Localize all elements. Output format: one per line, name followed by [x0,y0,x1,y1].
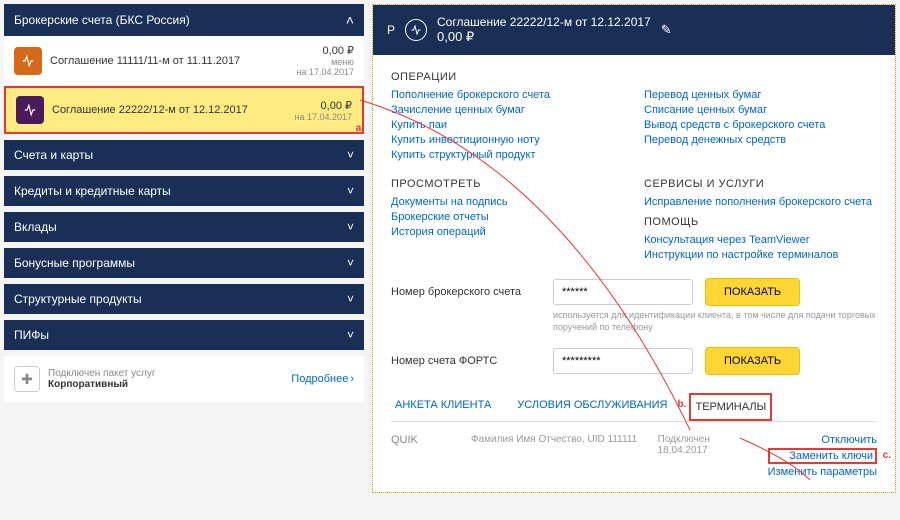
op-link[interactable]: Купить инвестиционную ноту [391,134,624,146]
agreement-amount: 0,00 ₽ [294,99,352,112]
broker-acc-input[interactable] [553,279,693,305]
detail-panel: Р Соглашение 22222/12-м от 12.12.2017 0,… [372,4,896,493]
agreement-row-selected[interactable]: Соглашение 22222/12-м от 12.12.2017 0,00… [4,86,364,134]
quik-user: Фамилия Имя Отчество, UID 111111 [471,434,638,445]
detail-title: Соглашение 22222/12-м от 12.12.2017 [437,15,651,29]
agreements-list: Соглашение 11111/11-м от 11.11.2017 0,00… [4,36,364,134]
agreement-icon [14,47,42,75]
show-button[interactable]: ПОКАЗАТЬ [705,347,800,375]
quik-row: QUIK Фамилия Имя Отчество, UID 111111 По… [391,434,877,480]
agreement-date: на 17.04.2017 [294,112,352,122]
agreement-right: 0,00 ₽ на 17.04.2017 [294,99,352,122]
op-link[interactable]: Списание ценных бумаг [644,104,877,116]
view-link[interactable]: Документы на подпись [391,196,624,208]
agreement-right: 0,00 ₽ меню на 17.04.2017 [296,44,354,77]
quik-change-params[interactable]: Изменить параметры [768,466,877,478]
quik-conn-date: 18.04.2017 [658,445,748,456]
section-label: Кредиты и кредитные карты [14,184,171,198]
tabs: АНКЕТА КЛИЕНТА УСЛОВИЯ ОБСЛУЖИВАНИЯ ТЕРМ… [391,393,877,422]
edit-icon[interactable]: ✎ [661,22,672,38]
detail-header: Р Соглашение 22222/12-м от 12.12.2017 0,… [373,5,895,55]
quik-conn-label: Подключен [658,434,748,445]
package-more-link[interactable]: Подробнее › [291,373,354,385]
agreement-title: Соглашение 11111/11-м от 11.11.2017 [50,55,288,67]
chevron-down-icon: ˅ [347,184,354,198]
services-title: СЕРВИСЫ И УСЛУГИ [644,178,877,190]
section-label: Счета и карты [14,148,93,162]
op-link[interactable]: Перевод денежных средств [644,134,877,146]
op-link[interactable]: Зачисление ценных бумаг [391,104,624,116]
agreement-amount: 0,00 ₽ [296,44,354,57]
view-title: ПРОСМОТРЕТЬ [391,178,624,190]
help-link[interactable]: Инструкции по настройке терминалов [644,249,877,261]
forts-label: Номер счета ФОРТС [391,355,541,367]
chevron-right-icon: › [350,373,354,385]
op-link[interactable]: Пополнение брокерского счета [391,89,624,101]
op-link[interactable]: Купить паи [391,119,624,131]
forts-input[interactable] [553,348,693,374]
section-label: ПИФы [14,328,49,342]
broker-hint: используется для идентификации клиента, … [553,310,877,333]
tab-terms[interactable]: УСЛОВИЯ ОБСЛУЖИВАНИЯ [513,393,671,421]
detail-amount: 0,00 ₽ [437,29,651,45]
package-block: ✚ Подключен пакет услуг Корпоративный По… [4,356,364,402]
section-label: Структурные продукты [14,292,142,306]
agreement-icon [16,96,44,124]
tab-terminals[interactable]: ТЕРМИНАЛЫ [689,393,772,421]
help-title: ПОМОЩЬ [644,216,877,228]
chart-icon [405,19,427,41]
package-line2: Корпоративный [48,379,283,390]
service-link[interactable]: Исправление пополнения брокерского счета [644,196,877,208]
quik-disconnect[interactable]: Отключить [768,434,877,446]
view-link[interactable]: История операций [391,226,624,238]
chevron-down-icon: ˅ [347,256,354,270]
help-link[interactable]: Консультация через TeamViewer [644,234,877,246]
sidebar-header-broker[interactable]: Брокерские счета (БКС Россия) ˄ [4,4,364,36]
chevron-down-icon: ˅ [347,292,354,306]
puzzle-icon: ✚ [14,366,40,392]
sidebar-header-title: Брокерские счета (БКС Россия) [14,13,190,27]
op-link[interactable]: Вывод средств с брокерского счета [644,119,877,131]
agreement-row[interactable]: Соглашение 11111/11-м от 11.11.2017 0,00… [4,36,364,86]
section-label: Вклады [14,220,57,234]
package-line1: Подключен пакет услуг [48,368,283,379]
sidebar-section[interactable]: Структурные продукты ˅ [4,284,364,314]
quik-replace-keys[interactable]: Заменить ключи [768,448,877,464]
broker-acc-label: Номер брокерского счета [391,286,541,298]
sidebar-section[interactable]: Бонусные программы ˅ [4,248,364,278]
op-link[interactable]: Купить структурный продукт [391,149,624,161]
operations-title: ОПЕРАЦИИ [391,71,877,83]
chevron-down-icon: ˅ [347,220,354,234]
show-button[interactable]: ПОКАЗАТЬ [705,278,800,306]
tab-anketa[interactable]: АНКЕТА КЛИЕНТА [391,393,495,421]
more-label: Подробнее [291,373,348,385]
sidebar-section[interactable]: Кредиты и кредитные карты ˅ [4,176,364,206]
chevron-up-icon: ˄ [346,12,354,28]
section-label: Бонусные программы [14,256,135,270]
sidebar-section[interactable]: Вклады ˅ [4,212,364,242]
op-link[interactable]: Перевод ценных бумаг [644,89,877,101]
sidebar: Брокерские счета (БКС Россия) ˄ Соглашен… [4,4,364,493]
view-link[interactable]: Брокерские отчеты [391,211,624,223]
sidebar-section[interactable]: Счета и карты ˅ [4,140,364,170]
quik-name: QUIK [391,434,451,446]
agreement-title: Соглашение 22222/12-м от 12.12.2017 [52,104,286,116]
ruble-prefix: Р [387,23,395,37]
agreement-menu[interactable]: меню [296,57,354,67]
agreement-date: на 17.04.2017 [296,67,354,77]
sidebar-section[interactable]: ПИФы ˅ [4,320,364,350]
chevron-down-icon: ˅ [347,148,354,162]
chevron-down-icon: ˅ [347,328,354,342]
